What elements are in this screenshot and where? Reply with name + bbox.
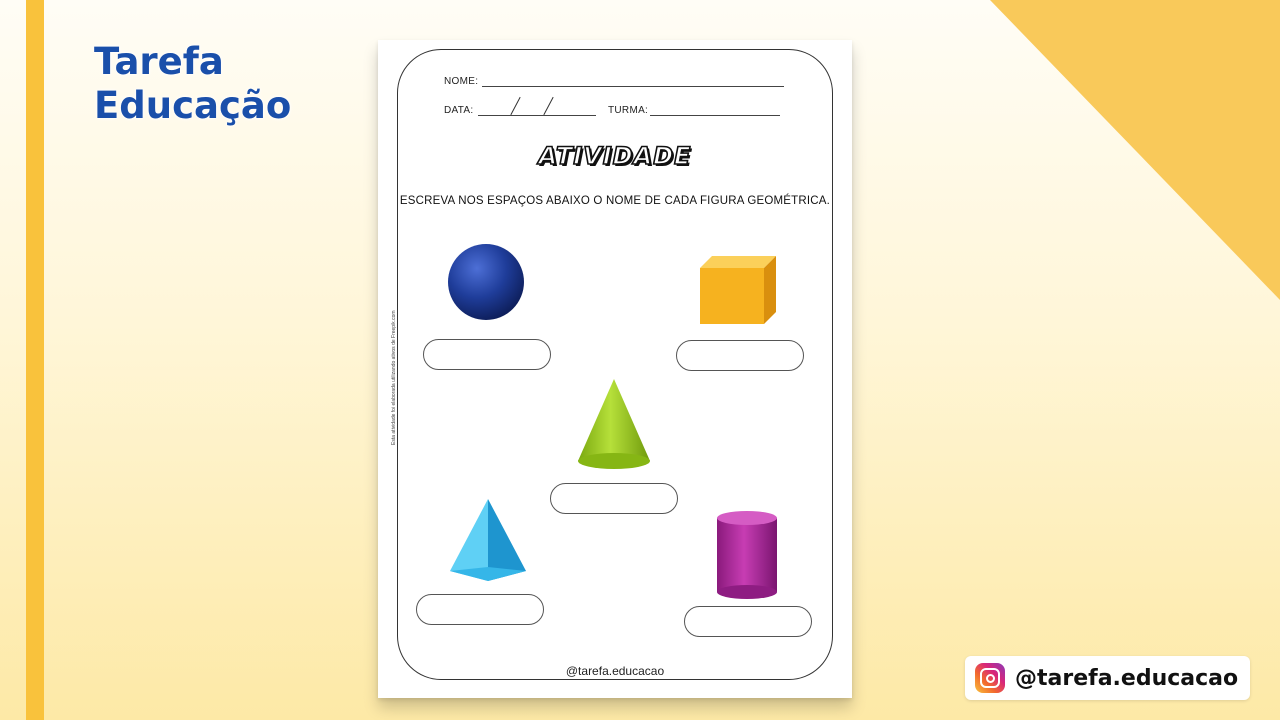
cone-shape (578, 379, 650, 469)
class-label: TURMA: (608, 105, 649, 116)
decorative-corner (990, 0, 1280, 300)
name-line (482, 86, 784, 87)
date-label: DATA: (444, 105, 474, 116)
worksheet: NOME: DATA: TURMA: ATIVIDADE ESCREVA NOS… (378, 40, 852, 698)
answer-box-cylinder[interactable] (684, 606, 812, 637)
instruction-text: ESCREVA NOS ESPAÇOS ABAIXO O NOME DE CAD… (399, 195, 831, 207)
cube-shape (700, 256, 776, 324)
worksheet-footer: @tarefa.educacao (565, 664, 665, 678)
instagram-handle: @tarefa.educacao (1015, 665, 1239, 691)
brand-title: Tarefa Educação (94, 40, 291, 128)
credit-note: Esta atividade foi elaborada utilizando … (391, 310, 397, 445)
pyramid-shape (450, 499, 526, 581)
worksheet-title: ATIVIDADE (538, 141, 692, 171)
answer-box-cube[interactable] (676, 340, 804, 371)
answer-box-sphere[interactable] (423, 339, 551, 370)
brand-line-1: Tarefa (94, 40, 224, 83)
brand-line-2: Educação (94, 84, 292, 127)
name-label: NOME: (444, 76, 479, 87)
cylinder-shape (717, 511, 777, 599)
sphere-shape (448, 244, 524, 320)
instagram-icon (975, 663, 1005, 693)
instagram-badge[interactable]: @tarefa.educacao (965, 656, 1250, 700)
answer-box-pyramid[interactable] (416, 594, 544, 625)
decorative-stripe (26, 0, 44, 720)
date-line (478, 115, 596, 116)
class-line (650, 115, 780, 116)
answer-box-cone[interactable] (550, 483, 678, 514)
